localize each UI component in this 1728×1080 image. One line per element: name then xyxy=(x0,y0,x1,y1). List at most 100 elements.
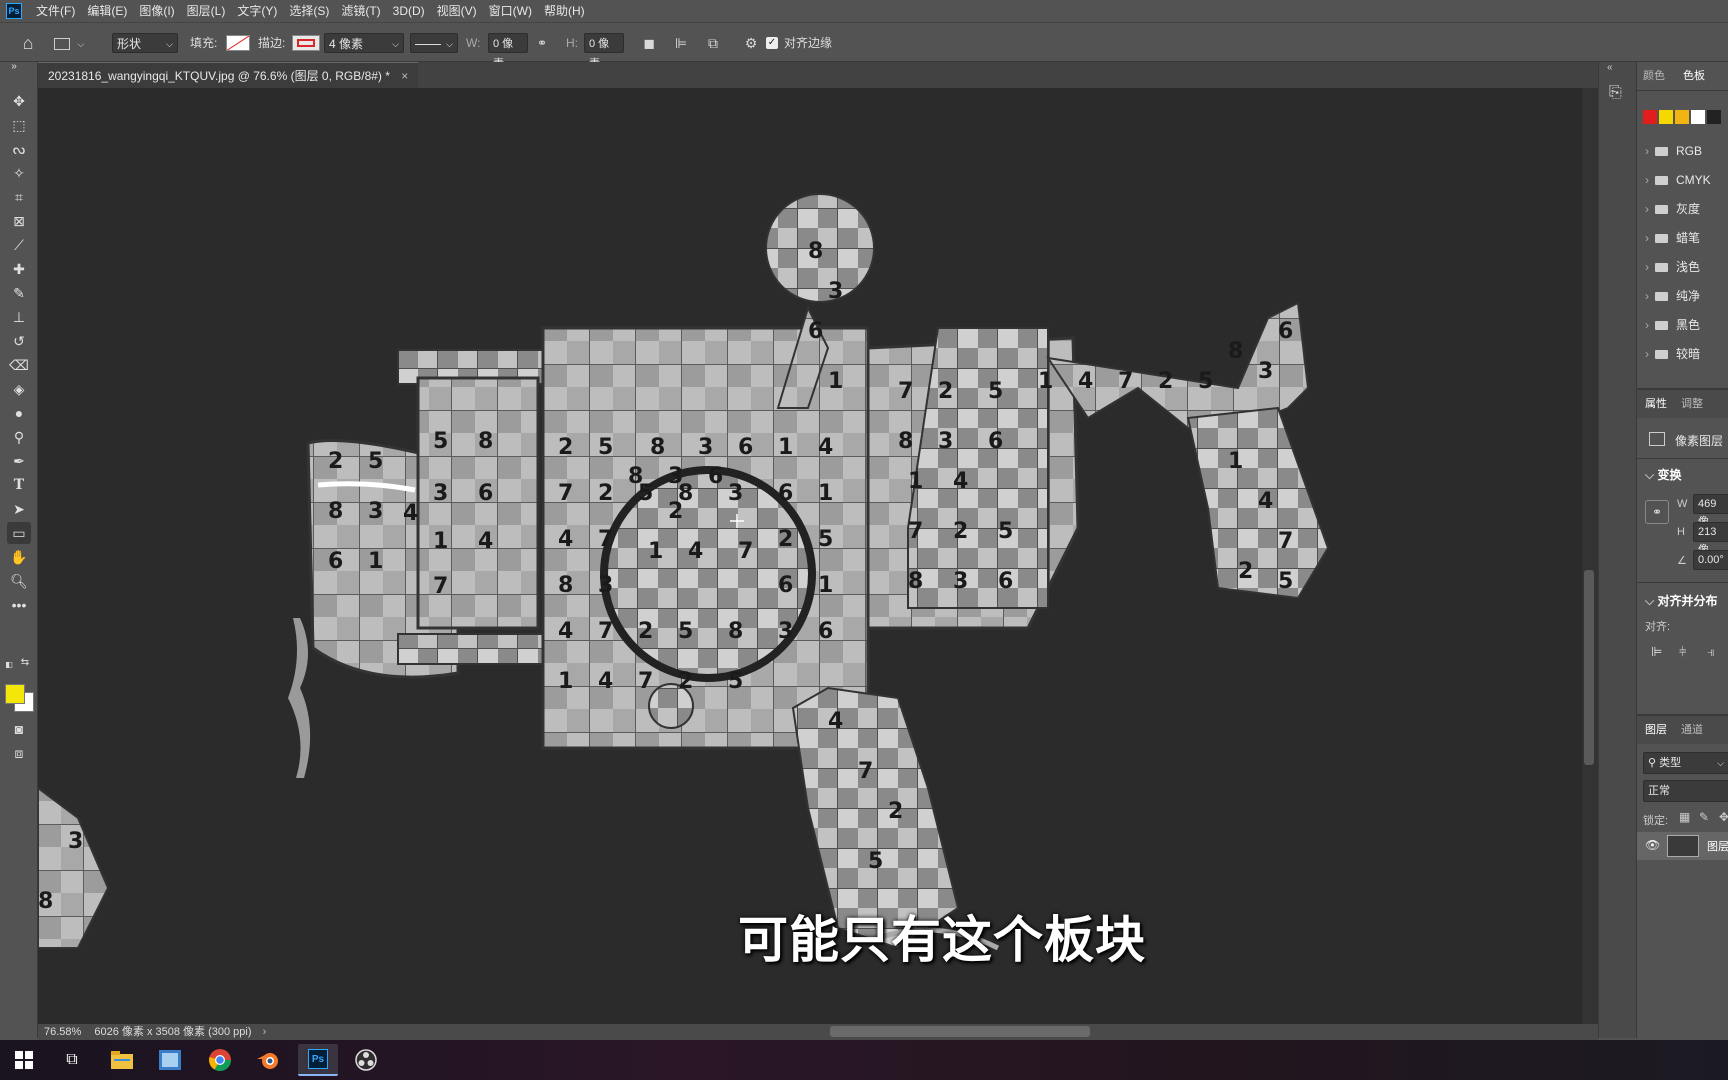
zoom-level[interactable]: 76.58% xyxy=(44,1026,81,1038)
eyedropper-icon[interactable]: ⟋ xyxy=(7,234,31,256)
swatch-yellow[interactable] xyxy=(1659,110,1673,124)
lock-pixels-icon[interactable]: ✎ xyxy=(1699,810,1709,824)
align-section-title[interactable]: ⌵ 对齐并分布 xyxy=(1645,592,1717,609)
default-colors-icon[interactable]: ◧ xyxy=(4,660,14,670)
tool-preset-picker[interactable]: ⌵ xyxy=(54,33,98,53)
transform-width-field[interactable]: 469 像 xyxy=(1693,494,1728,528)
hand-icon[interactable]: ✋ xyxy=(7,546,31,568)
path-select-icon[interactable]: ➤ xyxy=(7,498,31,520)
frame-icon[interactable]: ⊠ xyxy=(7,210,31,232)
swatch-group-dark[interactable]: › 黑色 xyxy=(1645,312,1700,338)
photos-app-icon[interactable] xyxy=(150,1044,190,1076)
stroke-type-select[interactable]: ⌵ xyxy=(410,33,458,53)
home-icon[interactable]: ⌂ xyxy=(16,33,40,53)
obs-icon[interactable] xyxy=(346,1044,386,1076)
file-explorer-icon[interactable] xyxy=(102,1044,142,1076)
windows-start-icon[interactable] xyxy=(4,1044,44,1076)
menu-image[interactable]: 图像(I) xyxy=(133,0,180,22)
pen-icon[interactable]: ✒ xyxy=(7,450,31,472)
document-tab[interactable]: 20231816_wangyingqi_KTQUV.jpg @ 76.6% (图… xyxy=(38,62,419,88)
swatch-group-pure[interactable]: › 纯净 xyxy=(1645,283,1700,309)
menu-view[interactable]: 视图(V) xyxy=(431,0,483,22)
link-dimensions-icon[interactable]: ⚭ xyxy=(1645,500,1669,524)
tab-color[interactable]: 颜色 xyxy=(1643,62,1665,90)
menu-help[interactable]: 帮助(H) xyxy=(538,0,591,22)
shape-mode-select[interactable]: 形状 ⌵ xyxy=(112,33,178,53)
vertical-scroll-thumb[interactable] xyxy=(1584,570,1594,765)
path-arrangement-icon[interactable]: ⧉ xyxy=(704,33,722,53)
menu-window[interactable]: 窗口(W) xyxy=(483,0,538,22)
link-icon[interactable]: ⚭ xyxy=(534,33,550,53)
quick-mask-icon[interactable]: ◙ xyxy=(7,718,31,740)
layer-row[interactable]: 👁︎ 图层 xyxy=(1637,832,1728,860)
magic-wand-icon[interactable]: ✧ xyxy=(7,162,31,184)
layer-name[interactable]: 图层 xyxy=(1707,838,1728,854)
blend-mode-select[interactable]: 正常 xyxy=(1643,780,1728,802)
history-panel-icon[interactable]: ⎘ xyxy=(1609,84,1622,102)
align-left-icon[interactable]: ⊫ xyxy=(1651,644,1662,660)
swatch-group-pastel[interactable]: › 蜡笔 xyxy=(1645,225,1700,251)
tab-properties[interactable]: 属性 xyxy=(1645,390,1667,418)
transform-section-title[interactable]: ⌵ 变换 xyxy=(1645,466,1681,483)
eye-icon[interactable]: 👁︎ xyxy=(1645,838,1660,852)
swap-colors-icon[interactable]: ⇆ xyxy=(20,658,30,668)
eraser-icon[interactable]: ⌫ xyxy=(7,354,31,376)
menu-file[interactable]: 文件(F) xyxy=(30,0,81,22)
gear-icon[interactable]: ⚙ xyxy=(742,33,760,53)
foreground-color-swatch[interactable] xyxy=(5,684,25,704)
stroke-width-field[interactable]: 4 像素 ⌵ xyxy=(324,33,404,53)
tab-layers[interactable]: 图层 xyxy=(1645,716,1667,744)
tab-swatches[interactable]: 色板 xyxy=(1677,62,1711,90)
stroke-swatch[interactable] xyxy=(292,35,320,51)
screen-mode-icon[interactable]: ⧈ xyxy=(7,742,31,764)
align-right-icon[interactable]: ⫣ xyxy=(1707,644,1715,660)
width-field[interactable]: 0 像素 xyxy=(488,33,528,70)
blender-icon[interactable] xyxy=(248,1044,288,1076)
align-edges-checkbox[interactable]: ✓ xyxy=(766,37,778,49)
vertical-scrollbar[interactable] xyxy=(1582,88,1598,1024)
align-center-icon[interactable]: ⫩ xyxy=(1679,644,1686,660)
crop-icon[interactable]: ⌗ xyxy=(7,186,31,208)
tab-adjustments[interactable]: 调整 xyxy=(1681,390,1703,418)
swatch-group-grayscale[interactable]: › 灰度 xyxy=(1645,196,1700,222)
swatch-orange[interactable] xyxy=(1675,110,1689,124)
swatch-group-darker[interactable]: › 较暗 xyxy=(1645,341,1700,367)
type-icon[interactable]: T xyxy=(7,474,31,496)
menu-edit[interactable]: 编辑(E) xyxy=(81,0,133,22)
swatch-group-rgb[interactable]: › RGB xyxy=(1645,138,1702,164)
menu-filter[interactable]: 滤镜(T) xyxy=(335,0,386,22)
brush-icon[interactable]: ✎ xyxy=(7,282,31,304)
rectangle-icon[interactable]: ▭ xyxy=(7,522,31,544)
swatch-white[interactable] xyxy=(1691,110,1705,124)
swatch-group-cmyk[interactable]: › CMYK xyxy=(1645,167,1711,193)
zoom-icon[interactable]: 🔍︎ xyxy=(7,570,31,592)
swatch-red[interactable] xyxy=(1643,110,1657,124)
menu-select[interactable]: 选择(S) xyxy=(283,0,335,22)
move-icon[interactable]: ✥ xyxy=(7,90,31,112)
healing-icon[interactable]: ✚ xyxy=(7,258,31,280)
path-operations-icon[interactable]: ◼ xyxy=(640,33,658,53)
tab-channels[interactable]: 通道 xyxy=(1681,716,1703,744)
angle-field[interactable]: 0.00° xyxy=(1693,550,1728,570)
swatch-black[interactable] xyxy=(1707,110,1721,124)
height-field[interactable]: 0 像素 xyxy=(584,33,624,70)
dodge-icon[interactable]: ⚲ xyxy=(7,426,31,448)
menu-layer[interactable]: 图层(L) xyxy=(181,0,232,22)
history-brush-icon[interactable]: ↺ xyxy=(7,330,31,352)
blur-icon[interactable]: ● xyxy=(7,402,31,424)
chrome-icon[interactable] xyxy=(200,1044,240,1076)
lasso-icon[interactable]: ᔓ xyxy=(7,138,31,160)
chevron-right-icon[interactable]: › xyxy=(263,1026,267,1038)
task-view-icon[interactable]: ⧉ xyxy=(52,1044,92,1076)
menu-type[interactable]: 文字(Y) xyxy=(231,0,283,22)
bucket-icon[interactable]: ◈ xyxy=(7,378,31,400)
photoshop-taskbar-icon[interactable]: Ps xyxy=(298,1044,338,1076)
close-tab-icon[interactable]: × xyxy=(401,69,408,83)
expand-panels-icon[interactable]: « xyxy=(1607,62,1613,73)
path-alignment-icon[interactable]: ⊫ xyxy=(672,33,690,53)
swatch-group-light[interactable]: › 浅色 xyxy=(1645,254,1700,280)
canvas[interactable]: 2583614725836147258361472583614725836147… xyxy=(38,88,1582,1024)
layer-filter-select[interactable]: ⚲ 类型 ⌵ xyxy=(1643,752,1728,774)
collapse-toolbar-icon[interactable]: » xyxy=(2,62,26,74)
lock-position-icon[interactable]: ✥ xyxy=(1719,810,1728,824)
